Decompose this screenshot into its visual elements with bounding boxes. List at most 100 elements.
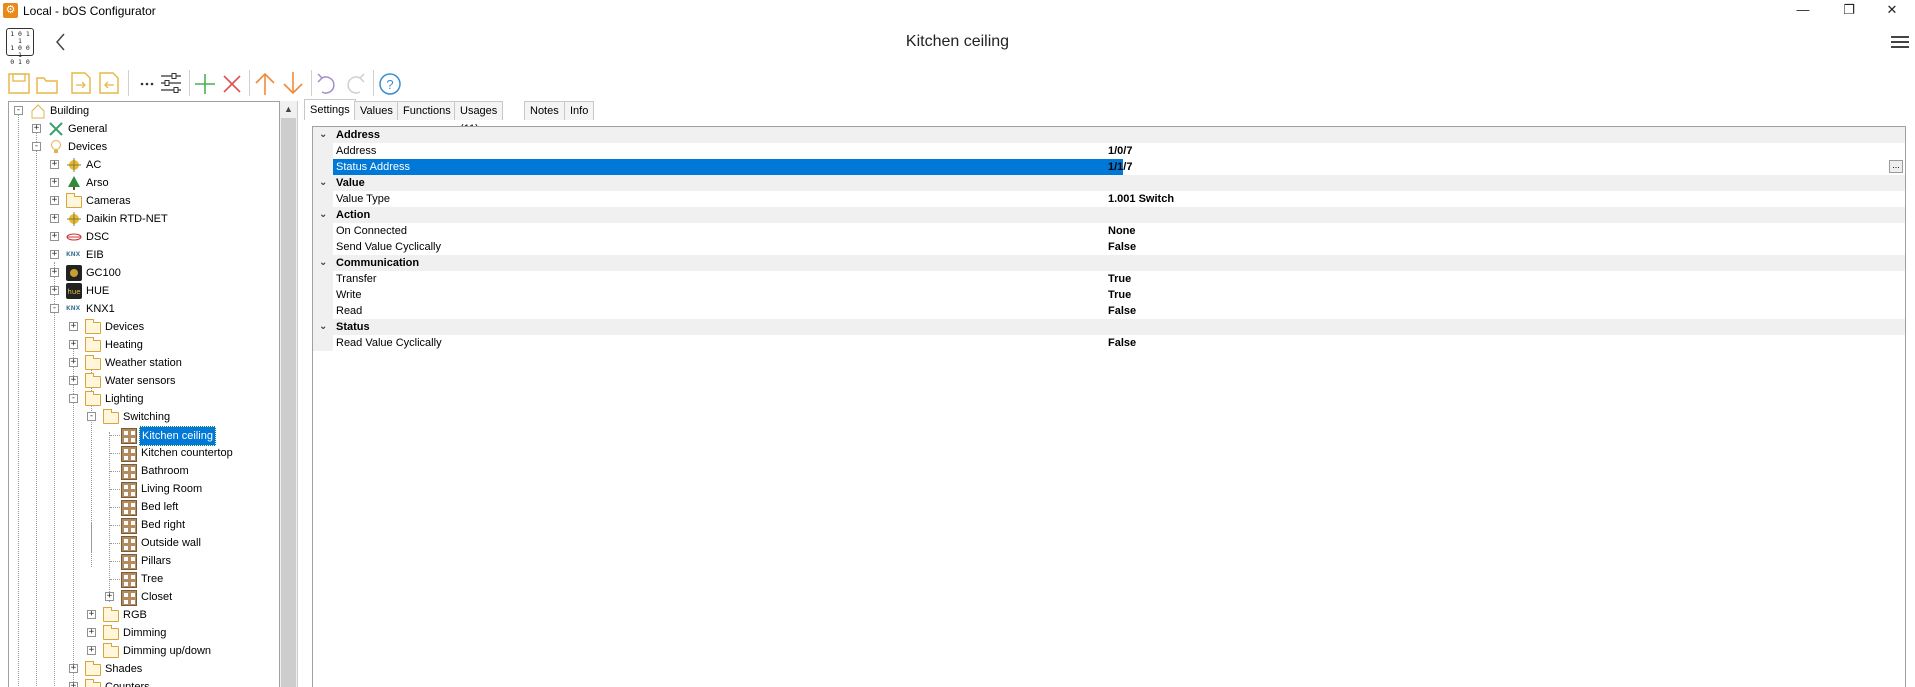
redo-icon[interactable] [342, 69, 368, 97]
tree-node[interactable]: Pillars [9, 552, 279, 570]
gc100-icon [66, 265, 82, 281]
property-row[interactable]: Address 1/0/7 [313, 143, 1905, 159]
tree-node[interactable]: Bathroom [9, 462, 279, 480]
property-row-selected[interactable]: Status Address 1/1/7 ... [313, 159, 1905, 175]
window-title-bar: ⚙ Local - bOS Configurator — ❐ ✕ [0, 0, 1915, 22]
scroll-up-icon[interactable]: ▲ [280, 101, 297, 118]
folder-icon [103, 643, 119, 659]
property-value[interactable]: 1.001 Switch [1105, 191, 1885, 207]
chevron-down-icon[interactable]: ⌄ [319, 319, 327, 335]
property-value[interactable]: 1/1/7 [1105, 159, 1885, 175]
category-value[interactable]: ⌄ Value [313, 175, 1905, 191]
tree-node[interactable]: Bed left [9, 498, 279, 516]
category-communication[interactable]: ⌄ Communication [313, 255, 1905, 271]
tab-settings[interactable]: Settings [304, 99, 356, 120]
tree-node[interactable]: + hue HUE [9, 282, 279, 300]
move-down-icon[interactable] [280, 69, 306, 97]
tree-node[interactable]: + RGB [9, 606, 279, 624]
tree-node-selected[interactable]: Kitchen ceiling [9, 426, 279, 446]
property-value[interactable]: None [1105, 223, 1885, 239]
property-row[interactable]: Read False [313, 303, 1905, 319]
property-value[interactable]: True [1105, 271, 1885, 287]
tree-node[interactable]: + Heating [9, 336, 279, 354]
property-value[interactable]: False [1105, 335, 1885, 351]
property-row[interactable]: Write True [313, 287, 1905, 303]
ellipsis-button[interactable]: ... [1889, 160, 1903, 173]
tree-node[interactable]: + AC [9, 156, 279, 174]
open-folder-icon[interactable] [34, 69, 60, 97]
tree-node-label: Cameras [86, 195, 131, 207]
property-row[interactable]: Read Value Cyclically False [313, 335, 1905, 351]
tree-node[interactable]: + Dimming up/down [9, 642, 279, 660]
property-row[interactable]: Transfer True [313, 271, 1905, 287]
import-icon[interactable] [96, 69, 122, 97]
chevron-down-icon[interactable]: ⌄ [319, 175, 327, 191]
scroll-thumb[interactable] [281, 118, 296, 687]
tree-node-label: Tree [141, 573, 164, 585]
tree-node[interactable]: + Arso [9, 174, 279, 192]
tree-node[interactable]: Bed right [9, 516, 279, 534]
undo-icon[interactable] [314, 69, 340, 97]
tree-node[interactable]: + DSC [9, 228, 279, 246]
property-value[interactable]: False [1105, 303, 1885, 319]
knx-logo-icon: KNX [66, 305, 81, 312]
tree-node[interactable]: + Counters [9, 678, 279, 687]
tab-values[interactable]: Values [354, 101, 399, 120]
help-icon[interactable]: ? [377, 69, 403, 97]
chevron-down-icon[interactable]: ⌄ [319, 207, 327, 223]
export-icon[interactable] [68, 69, 94, 97]
property-row[interactable]: Value Type 1.001 Switch [313, 191, 1905, 207]
tree-node[interactable]: Kitchen countertop [9, 444, 279, 462]
tree-node[interactable]: + KNX EIB [9, 246, 279, 264]
tree-node[interactable]: Living Room [9, 480, 279, 498]
property-value[interactable]: 1/0/7 [1105, 143, 1885, 159]
tree-node[interactable]: + Devices [9, 318, 279, 336]
tree-node[interactable]: + Cameras [9, 192, 279, 210]
property-name: Transfer [336, 273, 377, 285]
tree-node-label: KNX1 [86, 303, 115, 315]
tree-node[interactable]: + Water sensors [9, 372, 279, 390]
property-row[interactable]: Send Value Cyclically False [313, 239, 1905, 255]
tree-panel: - Building + General - Devices + AC + Ar… [0, 101, 298, 687]
tree-node[interactable]: - Lighting [9, 390, 279, 408]
more-icon[interactable] [134, 69, 160, 97]
tree-node[interactable]: - Switching [9, 408, 279, 426]
tree-node-label: Devices [105, 321, 145, 333]
tree-node[interactable]: Outside wall [9, 534, 279, 552]
property-value[interactable]: False [1105, 239, 1885, 255]
tree-scrollbar[interactable]: ▲ [280, 101, 297, 687]
category-status[interactable]: ⌄ Status [313, 319, 1905, 335]
tree-node[interactable]: + Daikin RTD-NET [9, 210, 279, 228]
add-icon[interactable] [192, 69, 218, 97]
switch-grid-icon [121, 463, 137, 480]
tree-node[interactable]: + Weather station [9, 354, 279, 372]
tree-node[interactable]: - Devices [9, 138, 279, 156]
tree-node[interactable]: - KNX KNX1 [9, 300, 279, 318]
property-row[interactable]: On Connected None [313, 223, 1905, 239]
tree-node[interactable]: + General [9, 120, 279, 138]
tree-node[interactable]: + GC100 [9, 264, 279, 282]
tree-node[interactable]: + Dimming [9, 624, 279, 642]
minimize-button[interactable]: — [1780, 0, 1826, 22]
tab-notes[interactable]: Notes [524, 101, 565, 120]
tree-node[interactable]: + Shades [9, 660, 279, 678]
tree-node[interactable]: Tree [9, 570, 279, 588]
tree-node[interactable]: + Closet [9, 588, 279, 606]
category-address[interactable]: ⌄ Address [313, 127, 1905, 143]
restore-button[interactable]: ❐ [1826, 0, 1872, 22]
chevron-down-icon[interactable]: ⌄ [319, 255, 327, 271]
category-action[interactable]: ⌄ Action [313, 207, 1905, 223]
tree-node[interactable]: - Building [9, 102, 279, 120]
settings-sliders-icon[interactable] [158, 69, 184, 97]
move-up-icon[interactable] [252, 69, 278, 97]
tab-usages[interactable]: Usages (11) [454, 101, 504, 135]
tab-info[interactable]: Info [564, 101, 595, 120]
property-value[interactable]: True [1105, 287, 1885, 303]
gear-icon: ⚙ [3, 3, 18, 18]
delete-icon[interactable] [219, 69, 245, 97]
menu-icon[interactable] [1891, 33, 1909, 51]
save-icon[interactable] [6, 69, 32, 97]
tab-functions[interactable]: Functions [397, 101, 457, 120]
close-button[interactable]: ✕ [1869, 0, 1915, 22]
chevron-down-icon[interactable]: ⌄ [319, 127, 327, 143]
